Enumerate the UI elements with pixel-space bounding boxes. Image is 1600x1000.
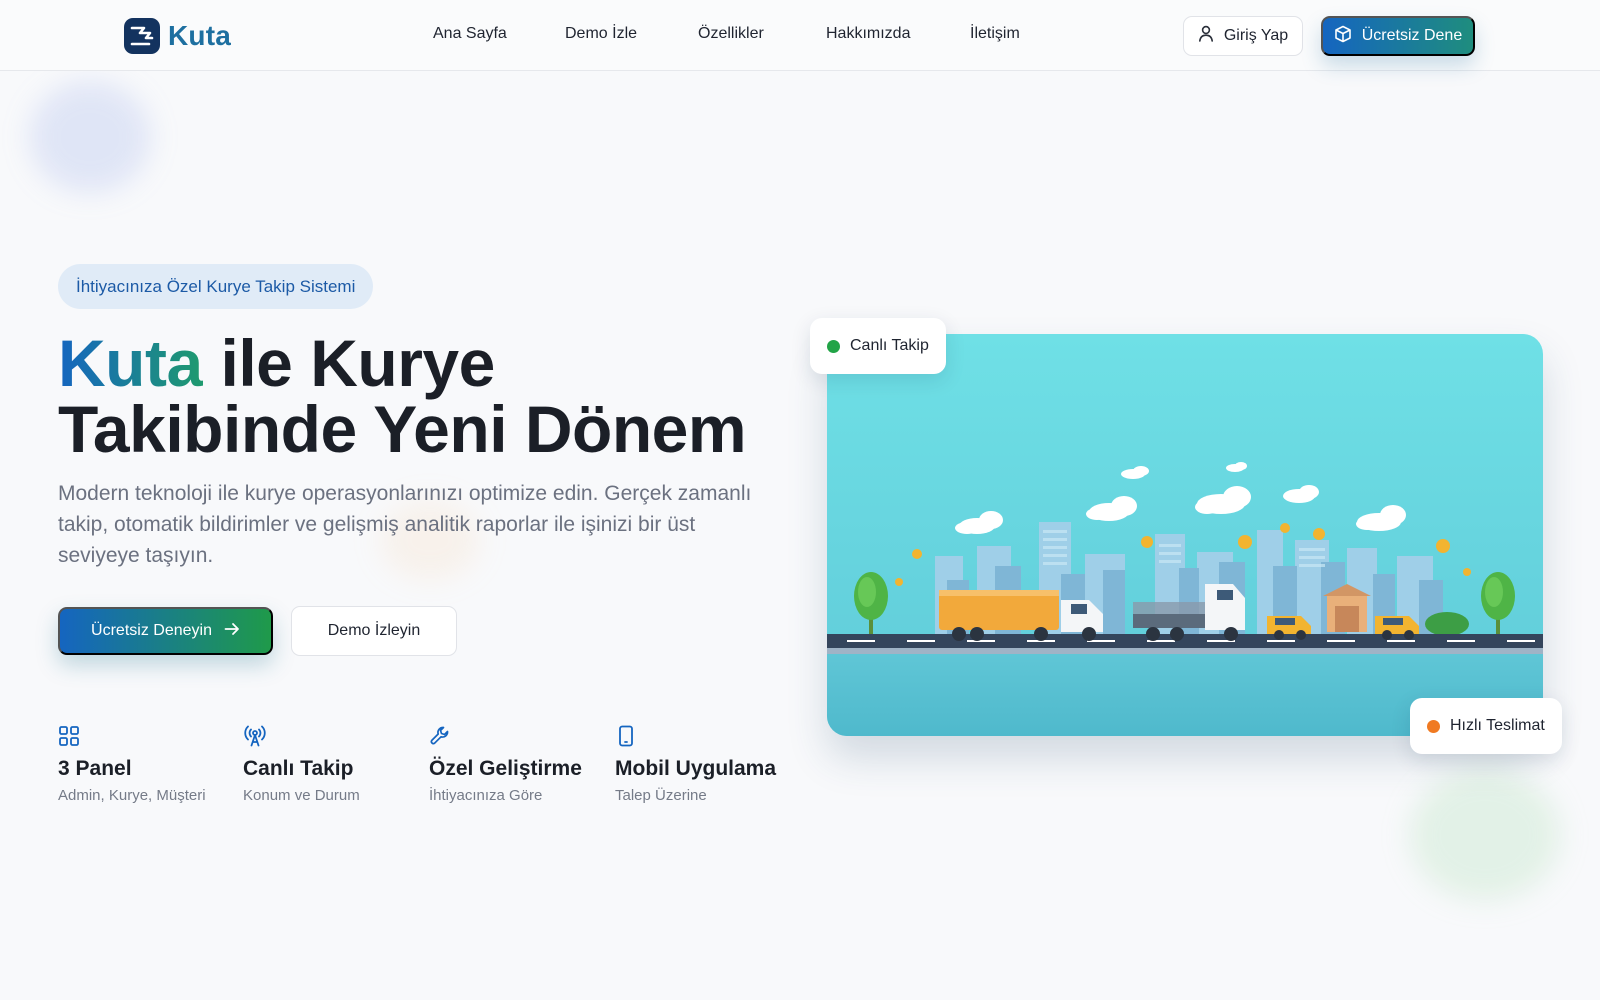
feature-item-custom-development: Özel Geliştirme İhtiyacınıza Göre (429, 725, 609, 804)
feature-item-mobile-app: Mobil Uygulama Talep Üzerine (615, 725, 795, 804)
antenna-icon (243, 725, 267, 749)
hero-illustration (827, 334, 1543, 736)
fast-delivery-badge-label: Hızlı Teslimat (1450, 717, 1545, 734)
login-button[interactable]: Giriş Yap (1183, 16, 1303, 56)
free-trial-button[interactable]: Ücretsiz Dene (1321, 16, 1475, 56)
hero-title-line1: ile Kurye (202, 326, 496, 400)
top-navbar: Kuta Ana Sayfa Demo İzle Özellikler Hakk… (0, 0, 1600, 71)
nav-item-features[interactable]: Özellikler (698, 25, 764, 43)
feature-subtitle: Talep Üzerine (615, 787, 707, 804)
nav-item-about[interactable]: Hakkımızda (826, 25, 910, 43)
nav-item-home[interactable]: Ana Sayfa (433, 25, 507, 43)
hero-title: Kuta ile Kurye Takibinde Yeni Dönem (58, 330, 818, 462)
kuta-logo-icon (124, 18, 160, 54)
feature-title: 3 Panel (58, 757, 132, 780)
feature-title: Mobil Uygulama (615, 757, 777, 780)
watch-demo-cta-button[interactable]: Demo İzleyin (291, 606, 457, 656)
feature-subtitle: İhtiyacınıza Göre (429, 787, 543, 804)
grid-icon (58, 725, 82, 749)
phone-icon (615, 725, 639, 749)
feature-item-panels: 3 Panel Admin, Kurye, Müşteri (58, 725, 238, 804)
hero-title-line2: Takibinde Yeni Dönem (58, 392, 747, 466)
free-trial-button-label: Ücretsiz Dene (1361, 27, 1463, 44)
city-logistics-illustration (827, 334, 1543, 736)
decorative-blur-blue (30, 82, 150, 192)
fast-delivery-dot (1427, 719, 1440, 733)
hero-tag-pill: İhtiyacınıza Özel Kurye Takip Sistemi (58, 264, 374, 309)
nav-item-demo[interactable]: Demo İzle (565, 25, 637, 43)
feature-title: Canlı Takip (243, 757, 354, 780)
brand-name: Kuta (168, 20, 232, 51)
hero-description: Modern teknoloji ile kurye operasyonları… (58, 482, 752, 567)
feature-subtitle: Admin, Kurye, Müşteri (58, 787, 206, 804)
feature-title: Özel Geliştirme (429, 757, 582, 780)
fast-delivery-badge: Hızlı Teslimat (1410, 698, 1562, 754)
live-status-dot (827, 339, 840, 353)
live-tracking-badge-label: Canlı Takip (850, 337, 929, 354)
watch-demo-cta-label: Demo İzleyin (327, 622, 421, 639)
feature-item-live-tracking: Canlı Takip Konum ve Durum (243, 725, 423, 804)
brand-logo[interactable]: Kuta (124, 18, 231, 54)
nav-item-contact[interactable]: İletişim (970, 25, 1020, 43)
user-icon (1198, 25, 1214, 47)
decorative-blur-green (1410, 770, 1560, 900)
try-free-cta-label: Ücretsiz Deneyin (91, 622, 212, 639)
cube-icon (1334, 25, 1352, 48)
arrow-right-icon (224, 622, 240, 641)
live-tracking-badge: Canlı Takip (810, 318, 946, 374)
login-button-label: Giriş Yap (1223, 27, 1289, 44)
wrench-icon (429, 725, 453, 749)
hero-title-brand: Kuta (58, 326, 203, 400)
try-free-cta-button[interactable]: Ücretsiz Deneyin (58, 607, 273, 655)
feature-subtitle: Konum ve Durum (243, 787, 360, 804)
